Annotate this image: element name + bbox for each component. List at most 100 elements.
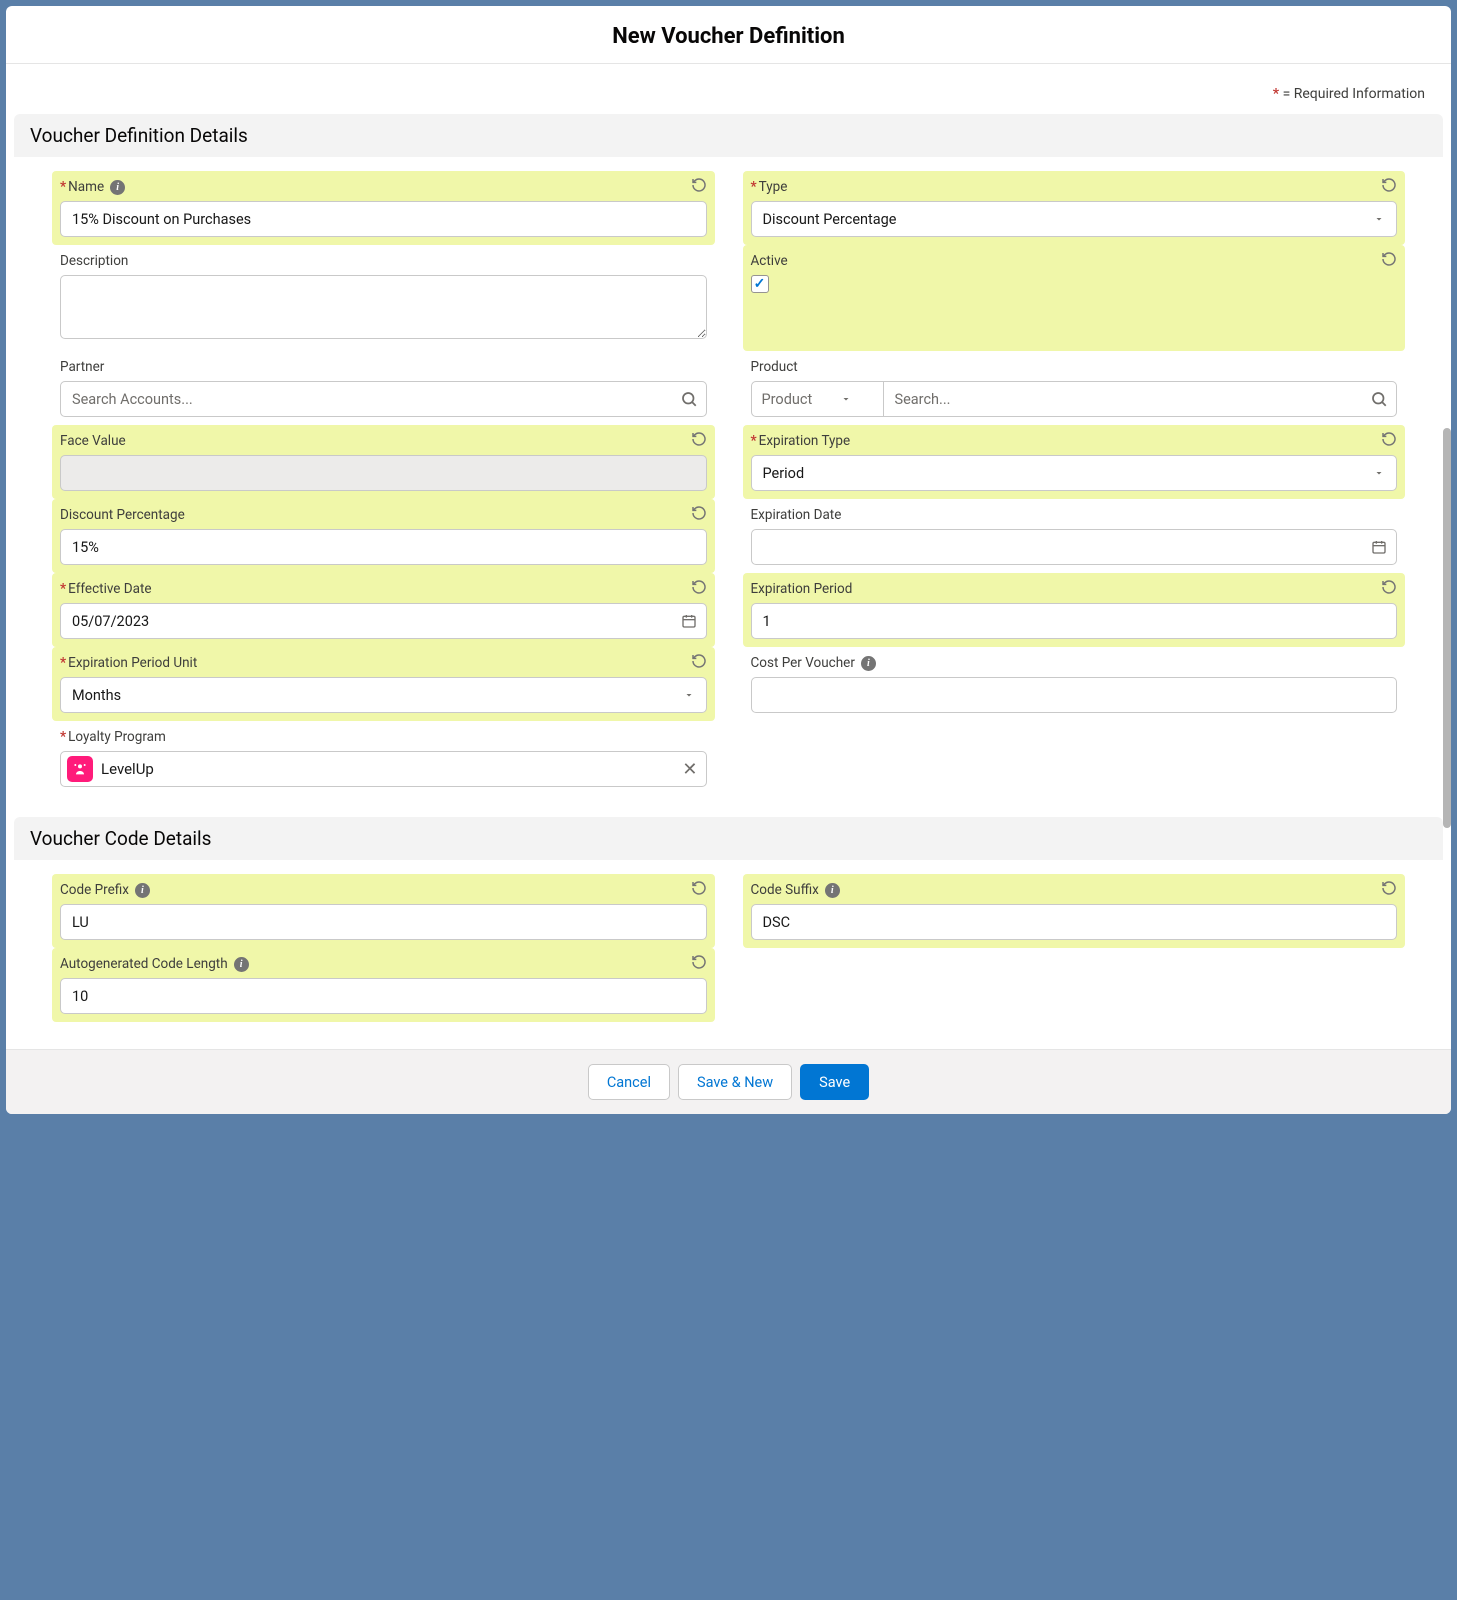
field-expiration-type: *Expiration Type Period (743, 425, 1406, 499)
field-effective-date: *Effective Date (52, 573, 715, 647)
modal-footer: Cancel Save & New Save (6, 1049, 1451, 1114)
new-voucher-modal: New Voucher Definition * = Required Info… (6, 6, 1451, 1114)
search-icon (1370, 390, 1388, 408)
undo-icon[interactable] (691, 177, 707, 193)
field-code-suffix: Code Suffix i (743, 874, 1406, 948)
cost-per-label: Cost Per Voucher (751, 655, 855, 671)
eff-date-label: Effective Date (68, 581, 151, 597)
field-exp-unit: *Expiration Period Unit Months (52, 647, 715, 721)
modal-title: New Voucher Definition (6, 24, 1451, 49)
check-icon: ✓ (754, 276, 766, 292)
code-prefix-input[interactable] (60, 904, 707, 940)
exp-type-select[interactable]: Period (751, 455, 1398, 491)
field-expiration-date: Expiration Date (743, 499, 1406, 573)
field-active: Active ✓ (743, 245, 1406, 351)
chevron-down-icon (1373, 213, 1385, 225)
undo-icon[interactable] (691, 880, 707, 896)
undo-icon[interactable] (691, 431, 707, 447)
chevron-down-icon (1373, 467, 1385, 479)
field-expiration-period: Expiration Period (743, 573, 1406, 647)
section-header-code: Voucher Code Details (14, 817, 1443, 860)
loyalty-label: Loyalty Program (68, 729, 166, 745)
discount-pct-input[interactable] (60, 529, 707, 565)
info-icon[interactable]: i (110, 180, 125, 195)
cancel-button[interactable]: Cancel (588, 1064, 670, 1100)
info-icon[interactable]: i (861, 656, 876, 671)
exp-type-value: Period (763, 465, 805, 482)
details-grid: *Name i *Type Discount Percentage (14, 161, 1443, 817)
code-prefix-label: Code Prefix (60, 882, 129, 898)
exp-date-label: Expiration Date (751, 507, 842, 523)
info-icon[interactable]: i (825, 883, 840, 898)
undo-icon[interactable] (1381, 880, 1397, 896)
field-face-value: Face Value (52, 425, 715, 499)
name-input[interactable] (60, 201, 707, 237)
exp-period-label: Expiration Period (751, 581, 853, 597)
undo-icon[interactable] (691, 505, 707, 521)
modal-header: New Voucher Definition (6, 6, 1451, 64)
save-new-button[interactable]: Save & New (678, 1064, 792, 1100)
field-code-prefix: Code Prefix i (52, 874, 715, 948)
partner-lookup[interactable]: Search Accounts... (60, 381, 707, 417)
exp-unit-value: Months (72, 687, 121, 704)
code-suffix-input[interactable] (751, 904, 1398, 940)
field-loyalty: *Loyalty Program LevelUp ✕ (52, 721, 715, 795)
chevron-down-icon (840, 393, 852, 405)
required-info: * = Required Information (6, 64, 1451, 114)
field-code-length: Autogenerated Code Length i (52, 948, 715, 1022)
undo-icon[interactable] (1381, 177, 1397, 193)
discount-pct-label: Discount Percentage (60, 507, 185, 523)
active-checkbox[interactable]: ✓ (751, 275, 769, 293)
section-header-details: Voucher Definition Details (14, 114, 1443, 157)
chevron-down-icon (683, 689, 695, 701)
type-label: Type (759, 179, 788, 195)
face-value-input (60, 455, 707, 491)
field-name: *Name i (52, 171, 715, 245)
code-len-input[interactable] (60, 978, 707, 1014)
product-entity-select[interactable]: Product (752, 382, 884, 416)
face-value-label: Face Value (60, 433, 126, 449)
type-select[interactable]: Discount Percentage (751, 201, 1398, 237)
field-description: Description (52, 245, 715, 351)
exp-type-label: Expiration Type (759, 433, 851, 449)
product-label: Product (751, 359, 798, 375)
close-icon[interactable]: ✕ (682, 759, 697, 780)
type-value: Discount Percentage (763, 211, 897, 228)
save-button[interactable]: Save (800, 1064, 869, 1100)
description-textarea[interactable] (60, 275, 707, 339)
field-discount-pct: Discount Percentage (52, 499, 715, 573)
required-text: = Required Information (1283, 86, 1425, 102)
undo-icon[interactable] (691, 579, 707, 595)
exp-period-input[interactable] (751, 603, 1398, 639)
undo-icon[interactable] (1381, 431, 1397, 447)
undo-icon[interactable] (691, 954, 707, 970)
code-len-label: Autogenerated Code Length (60, 956, 228, 972)
active-label: Active (751, 253, 788, 269)
code-suffix-label: Code Suffix (751, 882, 819, 898)
field-product: Product Product Search... (743, 351, 1406, 425)
field-type: *Type Discount Percentage (743, 171, 1406, 245)
field-cost-per: Cost Per Voucher i (743, 647, 1406, 721)
undo-icon[interactable] (1381, 251, 1397, 267)
code-grid: Code Prefix i Code Suffix i (14, 864, 1443, 1044)
undo-icon[interactable] (691, 653, 707, 669)
loyalty-pill[interactable]: LevelUp ✕ (60, 751, 707, 787)
undo-icon[interactable] (1381, 579, 1397, 595)
exp-unit-label: Expiration Period Unit (68, 655, 197, 671)
eff-date-input[interactable] (60, 603, 707, 639)
description-label: Description (60, 253, 128, 269)
loyalty-value: LevelUp (101, 760, 674, 778)
info-icon[interactable]: i (135, 883, 150, 898)
product-combo[interactable]: Product Search... (751, 381, 1398, 417)
partner-label: Partner (60, 359, 104, 375)
exp-unit-select[interactable]: Months (60, 677, 707, 713)
field-partner: Partner Search Accounts... (52, 351, 715, 425)
cost-per-input[interactable] (751, 677, 1398, 713)
info-icon[interactable]: i (234, 957, 249, 972)
product-search[interactable]: Search... (884, 382, 1397, 416)
scrollbar-thumb[interactable] (1443, 428, 1451, 828)
partner-placeholder: Search Accounts... (72, 391, 680, 408)
search-icon (680, 390, 698, 408)
modal-body: * = Required Information Voucher Definit… (6, 64, 1451, 1049)
exp-date-input[interactable] (751, 529, 1398, 565)
